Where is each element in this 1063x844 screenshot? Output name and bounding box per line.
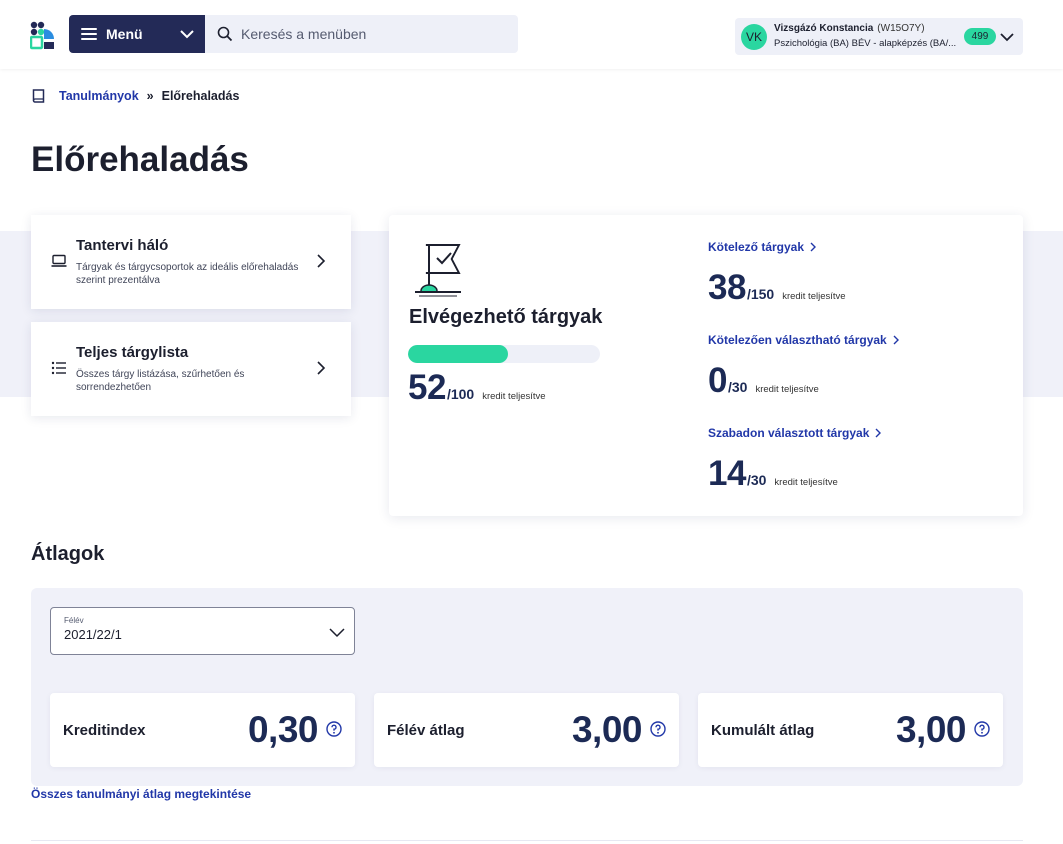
semester-select[interactable]: Félév 2021/22/1 xyxy=(50,607,355,655)
chevron-right-icon xyxy=(893,335,899,345)
category-label: Kötelezően választható tárgyak xyxy=(708,333,887,347)
credits-completed: 38 xyxy=(708,268,746,307)
chevron-down-icon xyxy=(1000,33,1014,42)
nav-card-description: Összes tárgy listázása, szűrhetően és so… xyxy=(76,369,245,393)
mandatory-credits: 38 /150 kredit teljesítve xyxy=(708,268,846,308)
divider xyxy=(31,840,1023,841)
app-logo-icon[interactable] xyxy=(30,21,56,51)
chevron-down-icon xyxy=(329,628,345,638)
all-averages-link[interactable]: Összes tanulmányi átlag megtekintése xyxy=(31,787,251,801)
progress-bar xyxy=(408,345,600,363)
credits-total: /150 xyxy=(746,286,775,302)
credits-total: /30 xyxy=(746,472,767,488)
breadcrumb-separator: » xyxy=(146,89,154,103)
progress-bar-fill xyxy=(408,345,508,363)
mandatory-elective-credits: 0 /30 kredit teljesítve xyxy=(708,361,819,401)
breadcrumb-link-tanulmanyok[interactable]: Tanulmányok xyxy=(59,89,139,103)
credits-label: kredit teljesítve xyxy=(755,384,819,395)
progress-title: Elvégezhető tárgyak xyxy=(409,306,603,328)
category-label: Kötelező tárgyak xyxy=(708,240,805,254)
menu-label: Menü xyxy=(106,26,143,42)
help-icon[interactable] xyxy=(650,721,666,737)
credits-label: kredit teljesítve xyxy=(774,477,838,488)
menu-button[interactable]: Menü xyxy=(69,15,205,53)
help-icon[interactable] xyxy=(974,721,990,737)
laptop-icon xyxy=(51,254,67,267)
hamburger-icon xyxy=(81,28,97,40)
credits-completed: 52 xyxy=(408,368,446,407)
user-code: (W15O7Y) xyxy=(877,23,925,34)
nav-card-title: Teljes tárgylista xyxy=(76,344,189,361)
full-subject-list-card[interactable]: Teljes tárgylista Összes tárgy listázása… xyxy=(31,322,351,416)
search-input[interactable] xyxy=(241,26,501,42)
credits-total: /100 xyxy=(446,386,475,402)
mandatory-elective-subjects-link[interactable]: Kötelezően választható tárgyak xyxy=(708,333,900,347)
user-name: Vizsgázó Konstancia (W15O7Y) xyxy=(774,23,925,34)
credits-completed: 14 xyxy=(708,454,746,493)
chevron-down-icon xyxy=(180,30,194,39)
user-menu[interactable]: VK Vizsgázó Konstancia (W15O7Y) Pszicholó… xyxy=(735,18,1023,55)
user-full-name: Vizsgázó Konstancia xyxy=(774,23,874,34)
semester-select-value: 2021/22/1 xyxy=(64,627,122,642)
credits-label: kredit teljesítve xyxy=(482,391,546,402)
credit-index-card: Kreditindex 0,30 xyxy=(50,693,355,767)
average-value: 3,00 xyxy=(895,709,967,750)
breadcrumb: Tanulmányok » Előrehaladás xyxy=(31,88,239,104)
averages-title: Átlagok xyxy=(31,543,105,565)
chevron-right-icon xyxy=(810,242,817,252)
top-bar: Menü VK Vizsgázó Konstancia(W15O7Y) Pszi… xyxy=(0,0,1063,69)
menu-search xyxy=(205,15,518,53)
breadcrumb-current: Előrehaladás xyxy=(161,89,240,103)
semester-select-label: Félév xyxy=(64,616,84,625)
list-icon xyxy=(51,361,66,375)
credits-completed: 0 xyxy=(708,361,727,400)
curriculum-grid-card[interactable]: Tantervi háló Tárgyak és tárgycsoportok … xyxy=(31,215,351,309)
progress-card: Elvégezhető tárgyak 52 /100 kredit telje… xyxy=(389,215,1023,516)
notification-badge[interactable]: 499 xyxy=(964,28,996,45)
cumulative-average-card: Kumulált átlag 3,00 xyxy=(698,693,1003,767)
semester-average-card: Félév átlag 3,00 xyxy=(374,693,679,767)
chevron-right-icon xyxy=(317,361,326,375)
mandatory-subjects-link[interactable]: Kötelező tárgyak xyxy=(708,240,817,254)
average-value: 0,30 xyxy=(247,709,319,750)
search-icon xyxy=(217,26,233,42)
free-elective-credits: 14 /30 kredit teljesítve xyxy=(708,454,838,494)
flag-check-icon xyxy=(415,244,461,297)
average-label: Kreditindex xyxy=(63,722,146,739)
page-title: Előrehaladás xyxy=(31,140,249,179)
average-label: Kumulált átlag xyxy=(711,722,815,739)
average-value: 3,00 xyxy=(571,709,643,750)
book-icon xyxy=(32,89,45,103)
avatar: VK xyxy=(741,24,767,50)
credits-label: kredit teljesítve xyxy=(782,291,846,302)
chevron-right-icon xyxy=(875,428,882,438)
nav-card-description: Tárgyak és tárgycsoportok az ideális elő… xyxy=(76,262,299,286)
total-credits: 52 /100 kredit teljesítve xyxy=(408,368,546,408)
user-program: Pszichológia (BA) BÉV - alapképzés (BA/.… xyxy=(774,38,957,49)
credits-total: /30 xyxy=(727,379,748,395)
chevron-right-icon xyxy=(317,254,326,268)
free-elective-subjects-link[interactable]: Szabadon választott tárgyak xyxy=(708,426,882,440)
nav-card-title: Tantervi háló xyxy=(76,237,169,254)
category-label: Szabadon választott tárgyak xyxy=(708,426,870,440)
help-icon[interactable] xyxy=(326,721,342,737)
average-label: Félév átlag xyxy=(387,722,465,739)
